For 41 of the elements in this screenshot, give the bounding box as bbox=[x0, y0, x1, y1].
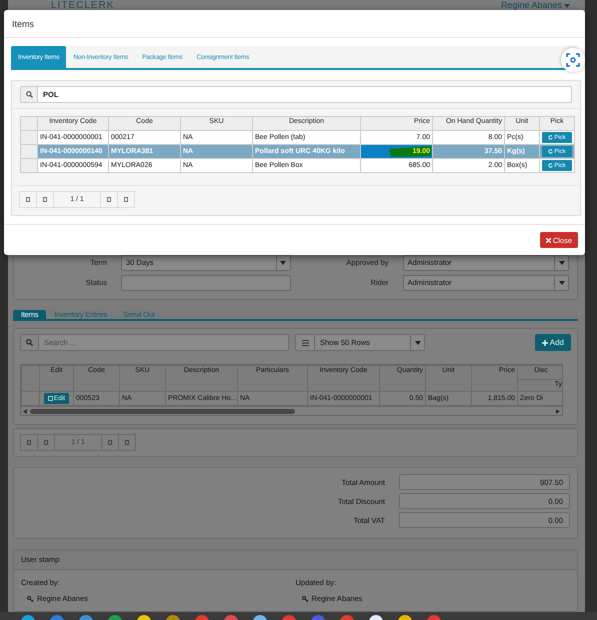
scroll-left-icon bbox=[23, 408, 27, 414]
square-icon bbox=[43, 197, 47, 202]
refresh-icon bbox=[548, 149, 554, 154]
scroll-right-icon bbox=[556, 408, 560, 414]
square-icon bbox=[108, 440, 112, 445]
plus-icon bbox=[542, 340, 548, 346]
app-icon[interactable] bbox=[136, 612, 152, 620]
search-icon bbox=[26, 91, 32, 98]
key-icon bbox=[302, 596, 308, 602]
app-icon[interactable] bbox=[20, 612, 36, 620]
pager-button[interactable] bbox=[20, 434, 38, 451]
add-button[interactable]: Add bbox=[534, 334, 571, 351]
edit-icon bbox=[48, 396, 53, 401]
text-field[interactable] bbox=[121, 274, 290, 290]
square-icon bbox=[107, 197, 111, 202]
caret-icon bbox=[558, 260, 564, 264]
app-icon[interactable] bbox=[252, 612, 268, 620]
close-icon bbox=[546, 238, 551, 242]
search-icon bbox=[26, 339, 33, 346]
square-icon bbox=[27, 440, 31, 445]
caret-icon bbox=[280, 260, 286, 264]
pager-button[interactable] bbox=[118, 434, 136, 451]
refresh-icon bbox=[548, 135, 554, 140]
caret-icon bbox=[558, 280, 564, 284]
scrollbar-thumb[interactable] bbox=[30, 408, 295, 414]
pager-button[interactable] bbox=[101, 434, 119, 451]
camera-frame-icon bbox=[566, 53, 580, 67]
app-logo: LITECLERK bbox=[51, 0, 114, 11]
square-icon bbox=[26, 197, 30, 202]
caret-icon bbox=[564, 4, 570, 8]
square-icon bbox=[44, 440, 48, 445]
square-icon bbox=[124, 197, 128, 202]
app-icon[interactable] bbox=[368, 612, 384, 620]
dialog-title: Items bbox=[12, 18, 34, 28]
list-icon bbox=[302, 340, 308, 346]
app-icon[interactable] bbox=[397, 612, 413, 620]
caret-icon bbox=[414, 340, 420, 344]
square-icon bbox=[125, 440, 129, 445]
key-icon bbox=[27, 596, 34, 602]
pager-button[interactable] bbox=[37, 434, 55, 451]
refresh-icon bbox=[548, 163, 554, 168]
